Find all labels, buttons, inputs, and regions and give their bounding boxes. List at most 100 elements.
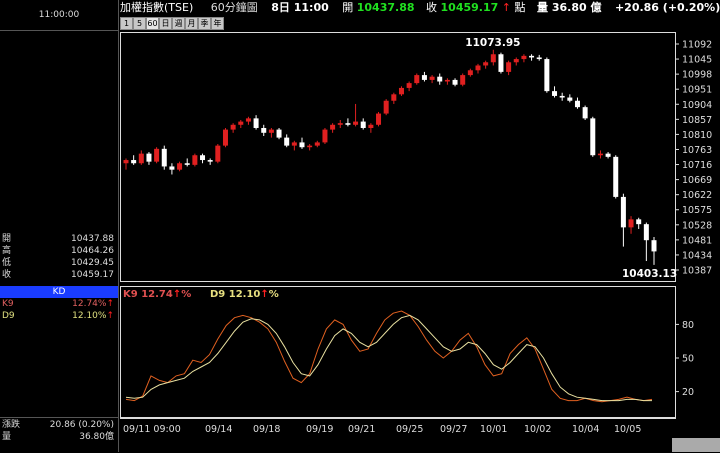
date-label: 8日 11:00: [271, 1, 329, 14]
candle-body: [628, 219, 634, 228]
candle-body: [276, 129, 282, 138]
candle-body: [238, 121, 244, 125]
index-name: 加權指數(TSE): [120, 1, 194, 14]
time-tick-label: 10/02: [524, 424, 551, 435]
time-tick-label: 09/25: [396, 424, 423, 435]
ohlc-label: 高: [2, 246, 12, 256]
price-tick-label: 10622: [682, 190, 712, 201]
d9-legend: D9 12.10↑%: [210, 289, 279, 300]
candle-body: [636, 219, 642, 225]
candle-body: [177, 163, 183, 170]
candle-body: [291, 142, 297, 146]
d9-label: D9: [2, 311, 15, 321]
change-label: 漲跌: [2, 420, 21, 430]
price-tick-label: 10481: [682, 235, 712, 246]
candle-body: [651, 240, 657, 252]
candle-body: [353, 121, 359, 125]
ohlc-label: 開: [2, 234, 12, 244]
high-annotation: 11073.95: [465, 37, 520, 49]
candle-body: [559, 95, 565, 98]
candle-body: [368, 124, 374, 128]
candle-body: [200, 155, 206, 161]
candle-body: [307, 145, 313, 148]
candle-body: [444, 79, 450, 82]
kd-panel-header[interactable]: KD: [0, 286, 118, 298]
period-button[interactable]: 週: [172, 17, 185, 30]
change-value: 20.86 (0.20%): [49, 420, 114, 430]
kd-lines: [125, 310, 653, 403]
candle-body: [613, 156, 619, 197]
candle-body: [192, 155, 198, 165]
k9-label: K9: [2, 299, 14, 309]
info-panel: [0, 0, 119, 452]
price-tick-label: 10810: [682, 130, 712, 141]
candle-body: [406, 83, 412, 88]
candle-body: [513, 59, 519, 63]
candle-body: [506, 62, 512, 72]
time-tick-label: 09/14: [205, 424, 232, 435]
volume-row: 量 36.80億: [2, 432, 116, 443]
candle-body: [391, 94, 397, 101]
candle-body: [345, 123, 351, 125]
period-button[interactable]: 1: [120, 17, 133, 30]
k9-legend: K9 12.74↑%: [123, 289, 191, 300]
period-button[interactable]: 月: [185, 17, 198, 30]
period-button[interactable]: 5: [133, 17, 146, 30]
candle-body: [429, 76, 435, 80]
price-tick-label: 10669: [682, 175, 712, 186]
chart-scrollbar[interactable]: [672, 438, 720, 452]
up-arrow-icon: ↑: [501, 1, 511, 14]
open-label: 開: [342, 1, 354, 14]
point-label: 點: [514, 1, 526, 14]
candle-body: [131, 160, 137, 164]
kd-frame: [120, 286, 676, 418]
kd-tick-label: 50: [682, 354, 694, 365]
change-value: +20.86 (+0.20%): [614, 1, 720, 14]
close-value: 10459.17: [440, 1, 499, 14]
candle-body: [605, 153, 611, 157]
summary-box: 漲跌 20.86 (0.20%) 量 36.80億: [0, 417, 118, 453]
candle-body: [146, 153, 152, 162]
kd-axis: 80 50 20: [675, 320, 694, 398]
candle-body: [552, 91, 558, 96]
time-display: 11:00:00: [0, 0, 118, 31]
ohlc-value: 10437.88: [71, 234, 114, 244]
price-tick-label: 10434: [682, 250, 712, 261]
period-button[interactable]: 60: [146, 17, 159, 30]
kd-tick-label: 20: [682, 387, 694, 398]
price-tick-label: 10387: [682, 266, 712, 277]
d9-value: 12.10%↑: [72, 311, 114, 321]
candle-body: [529, 55, 535, 58]
price-tick-label: 10763: [682, 145, 712, 156]
candle-body: [567, 97, 573, 101]
d9-row: D9 12.10%↑: [2, 311, 116, 322]
candle-body: [161, 148, 167, 167]
candle-body: [483, 62, 489, 66]
kd-legend: K9 12.74↑% D9 12.10↑%: [123, 289, 279, 300]
period-button[interactable]: 季: [198, 17, 211, 30]
candle-body: [123, 160, 129, 164]
candles: [123, 49, 657, 265]
ohlc-row: 高 10464.26: [2, 246, 116, 257]
period-button[interactable]: 日: [159, 17, 172, 30]
candle-body: [253, 118, 259, 128]
ohlc-value: 10464.26: [71, 246, 114, 256]
candle-body: [184, 163, 190, 165]
time-tick-label: 09/21: [348, 424, 375, 435]
candle-body: [590, 118, 596, 156]
candle-body: [437, 76, 443, 82]
candle-body: [597, 153, 603, 156]
candle-body: [284, 137, 290, 146]
price-tick-label: 10528: [682, 220, 712, 231]
d9-line: [125, 314, 652, 402]
ohlc-value: 10429.45: [71, 258, 114, 268]
price-annotations: 11073.95 10403.13: [465, 37, 677, 280]
k9-row: K9 12.74%↑: [2, 299, 116, 310]
price-tick-label: 10716: [682, 160, 712, 171]
period-button[interactable]: 年: [211, 17, 224, 30]
volume-value: 36.80億: [79, 432, 114, 442]
candle-body: [245, 118, 251, 122]
candle-body: [207, 160, 213, 162]
candle-body: [268, 129, 274, 133]
candle-body: [467, 70, 473, 76]
